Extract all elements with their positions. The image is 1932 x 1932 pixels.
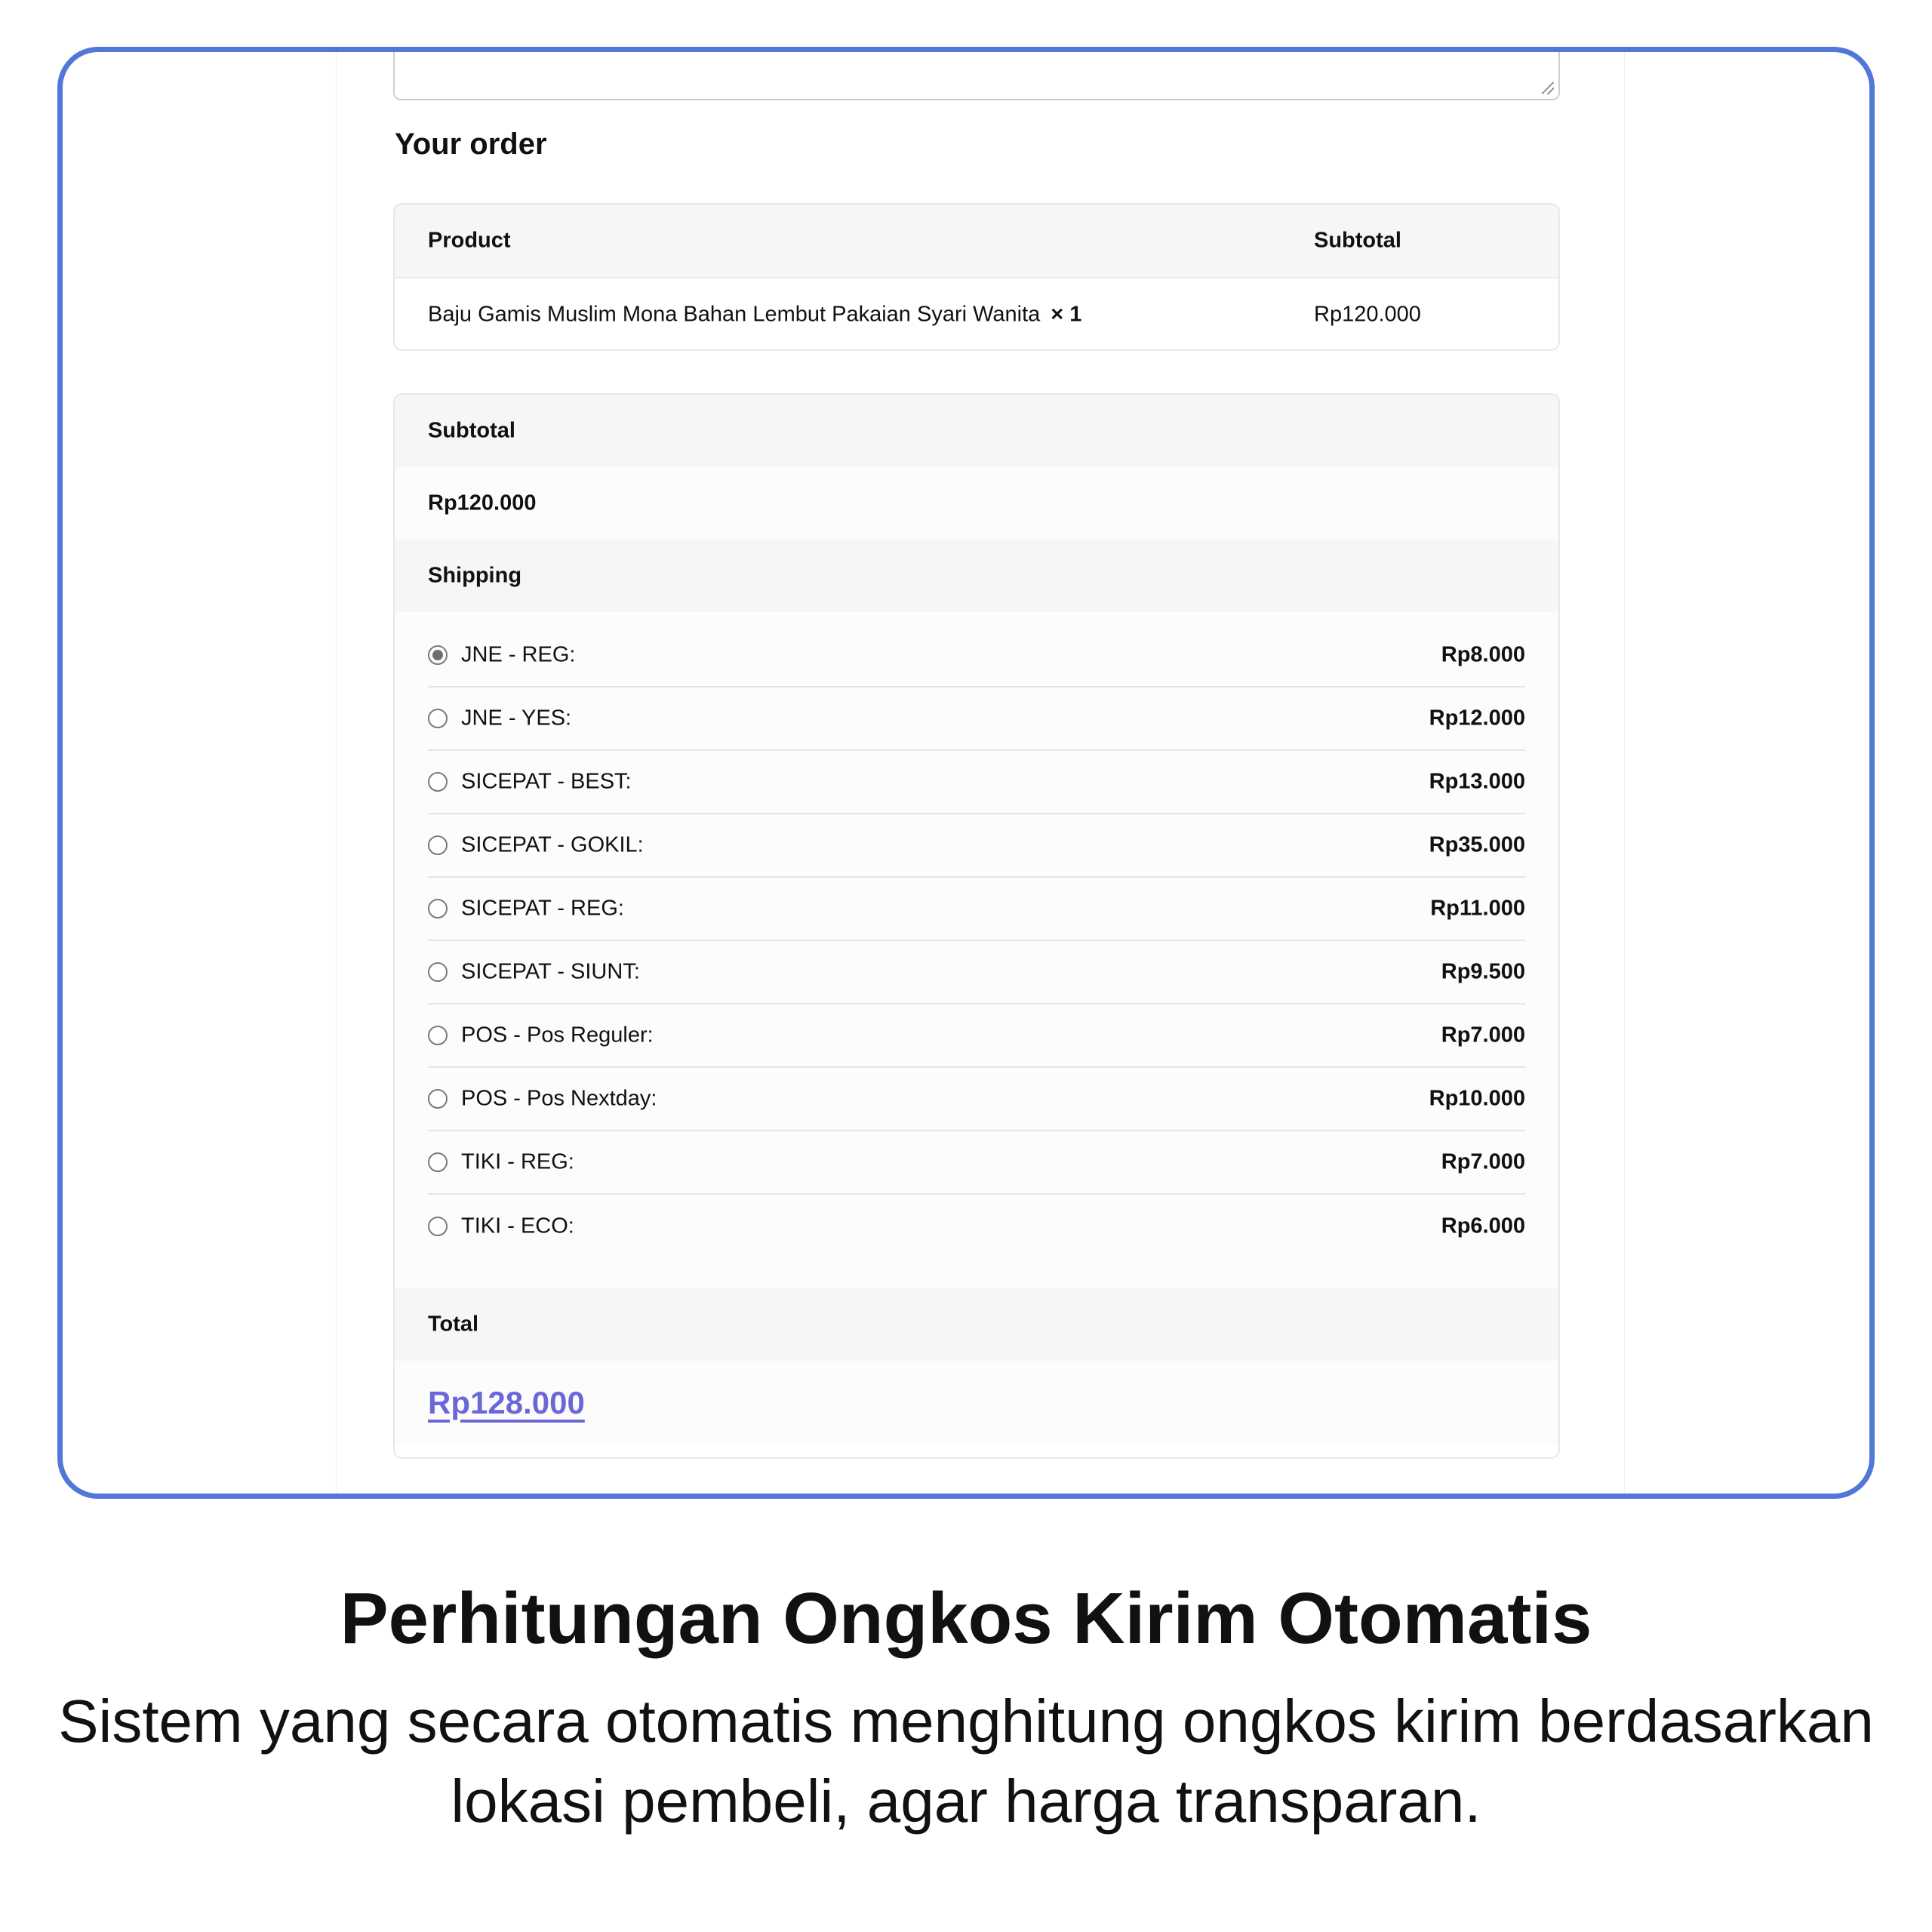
- radio-checked-icon[interactable]: [428, 645, 448, 665]
- product-subtotal: Rp120.000: [1314, 302, 1421, 327]
- shipping-label-row: Shipping: [395, 540, 1558, 612]
- order-totals-table: Subtotal Rp120.000 Shipping JNE - REG: Rp…: [393, 393, 1560, 1459]
- shipping-option[interactable]: JNE - YES: Rp12.000: [428, 688, 1525, 751]
- shipping-option-price: Rp11.000: [1430, 896, 1525, 921]
- total-amount-link[interactable]: Rp128.000: [428, 1385, 585, 1421]
- radio-unchecked-icon[interactable]: [428, 1217, 448, 1236]
- order-heading: Your order: [395, 128, 547, 161]
- shipping-option-label[interactable]: POS - Pos Nextday:: [461, 1087, 657, 1112]
- shipping-option-label[interactable]: POS - Pos Reguler:: [461, 1023, 654, 1048]
- table-header-row: Product Subtotal: [395, 205, 1558, 278]
- shipping-option-label[interactable]: TIKI - REG:: [461, 1150, 574, 1175]
- screenshot-frame: Your order Product Subtotal Baju Gamis M…: [57, 47, 1875, 1499]
- radio-unchecked-icon[interactable]: [428, 772, 448, 792]
- shipping-option-label[interactable]: JNE - REG:: [461, 643, 575, 668]
- shipping-option-price: Rp9.500: [1441, 959, 1525, 984]
- caption-description: Sistem yang secara otomatis menghitung o…: [58, 1687, 1874, 1835]
- subtotal-column-header: Subtotal: [1314, 228, 1401, 253]
- total-label: Total: [428, 1312, 479, 1337]
- radio-unchecked-icon[interactable]: [428, 899, 448, 918]
- shipping-option-label[interactable]: TIKI - ECO:: [461, 1214, 574, 1239]
- shipping-option-price: Rp10.000: [1429, 1086, 1525, 1111]
- shipping-options-list: JNE - REG: Rp8.000 JNE - YES: Rp12.000 SICEP…: [395, 612, 1558, 1288]
- order-product-table: Product Subtotal Baju Gamis Muslim Mona …: [393, 203, 1560, 351]
- resize-handle-icon[interactable]: [1542, 82, 1554, 94]
- radio-unchecked-icon[interactable]: [428, 1089, 448, 1109]
- shipping-option-price: Rp6.000: [1441, 1214, 1525, 1238]
- shipping-option-label[interactable]: SICEPAT - REG:: [461, 897, 624, 921]
- shipping-option[interactable]: SICEPAT - GOKIL: Rp35.000: [428, 814, 1525, 878]
- radio-unchecked-icon[interactable]: [428, 962, 448, 982]
- shipping-option-price: Rp7.000: [1441, 1149, 1525, 1174]
- shipping-option-price: Rp7.000: [1441, 1023, 1525, 1048]
- product-quantity: × 1: [1051, 302, 1082, 327]
- total-label-row: Total: [395, 1288, 1558, 1361]
- shipping-option[interactable]: SICEPAT - SIUNT: Rp9.500: [428, 941, 1525, 1004]
- subtotal-value-row: Rp120.000: [395, 467, 1558, 540]
- shipping-option-price: Rp13.000: [1429, 769, 1525, 794]
- shipping-option-price: Rp12.000: [1429, 706, 1525, 731]
- product-column-header: Product: [428, 228, 511, 253]
- shipping-option[interactable]: POS - Pos Reguler: Rp7.000: [428, 1004, 1525, 1068]
- shipping-option[interactable]: SICEPAT - REG: Rp11.000: [428, 878, 1525, 941]
- radio-unchecked-icon[interactable]: [428, 835, 448, 855]
- shipping-option-label[interactable]: SICEPAT - BEST:: [461, 770, 632, 795]
- radio-unchecked-icon[interactable]: [428, 1152, 448, 1172]
- shipping-option-label[interactable]: JNE - YES:: [461, 706, 571, 731]
- subtotal-label: Subtotal: [428, 418, 515, 443]
- shipping-label: Shipping: [428, 563, 522, 588]
- subtotal-value: Rp120.000: [428, 491, 537, 515]
- shipping-option[interactable]: SICEPAT - BEST: Rp13.000: [428, 751, 1525, 814]
- radio-unchecked-icon[interactable]: [428, 1026, 448, 1045]
- subtotal-label-row: Subtotal: [395, 395, 1558, 467]
- product-cell: Baju Gamis Muslim Mona Bahan Lembut Paka…: [428, 303, 1081, 328]
- shipping-option[interactable]: TIKI - ECO: Rp6.000: [428, 1195, 1525, 1258]
- caption-title: Perhitungan Ongkos Kirim Otomatis: [340, 1578, 1592, 1659]
- shipping-option[interactable]: POS - Pos Nextday: Rp10.000: [428, 1068, 1525, 1131]
- shipping-option[interactable]: TIKI - REG: Rp7.000: [428, 1131, 1525, 1195]
- order-notes-textarea[interactable]: [393, 52, 1560, 100]
- shipping-option-label[interactable]: SICEPAT - GOKIL:: [461, 833, 644, 858]
- shipping-option-label[interactable]: SICEPAT - SIUNT:: [461, 960, 640, 985]
- total-value-row: Rp128.000: [395, 1361, 1558, 1445]
- shipping-option-price: Rp8.000: [1441, 642, 1525, 667]
- shipping-option-price: Rp35.000: [1429, 832, 1525, 857]
- radio-unchecked-icon[interactable]: [428, 709, 448, 728]
- shipping-option[interactable]: JNE - REG: Rp8.000: [428, 624, 1525, 688]
- table-row: Baju Gamis Muslim Mona Bahan Lembut Paka…: [395, 278, 1558, 349]
- product-name: Baju Gamis Muslim Mona Bahan Lembut Paka…: [428, 302, 1041, 327]
